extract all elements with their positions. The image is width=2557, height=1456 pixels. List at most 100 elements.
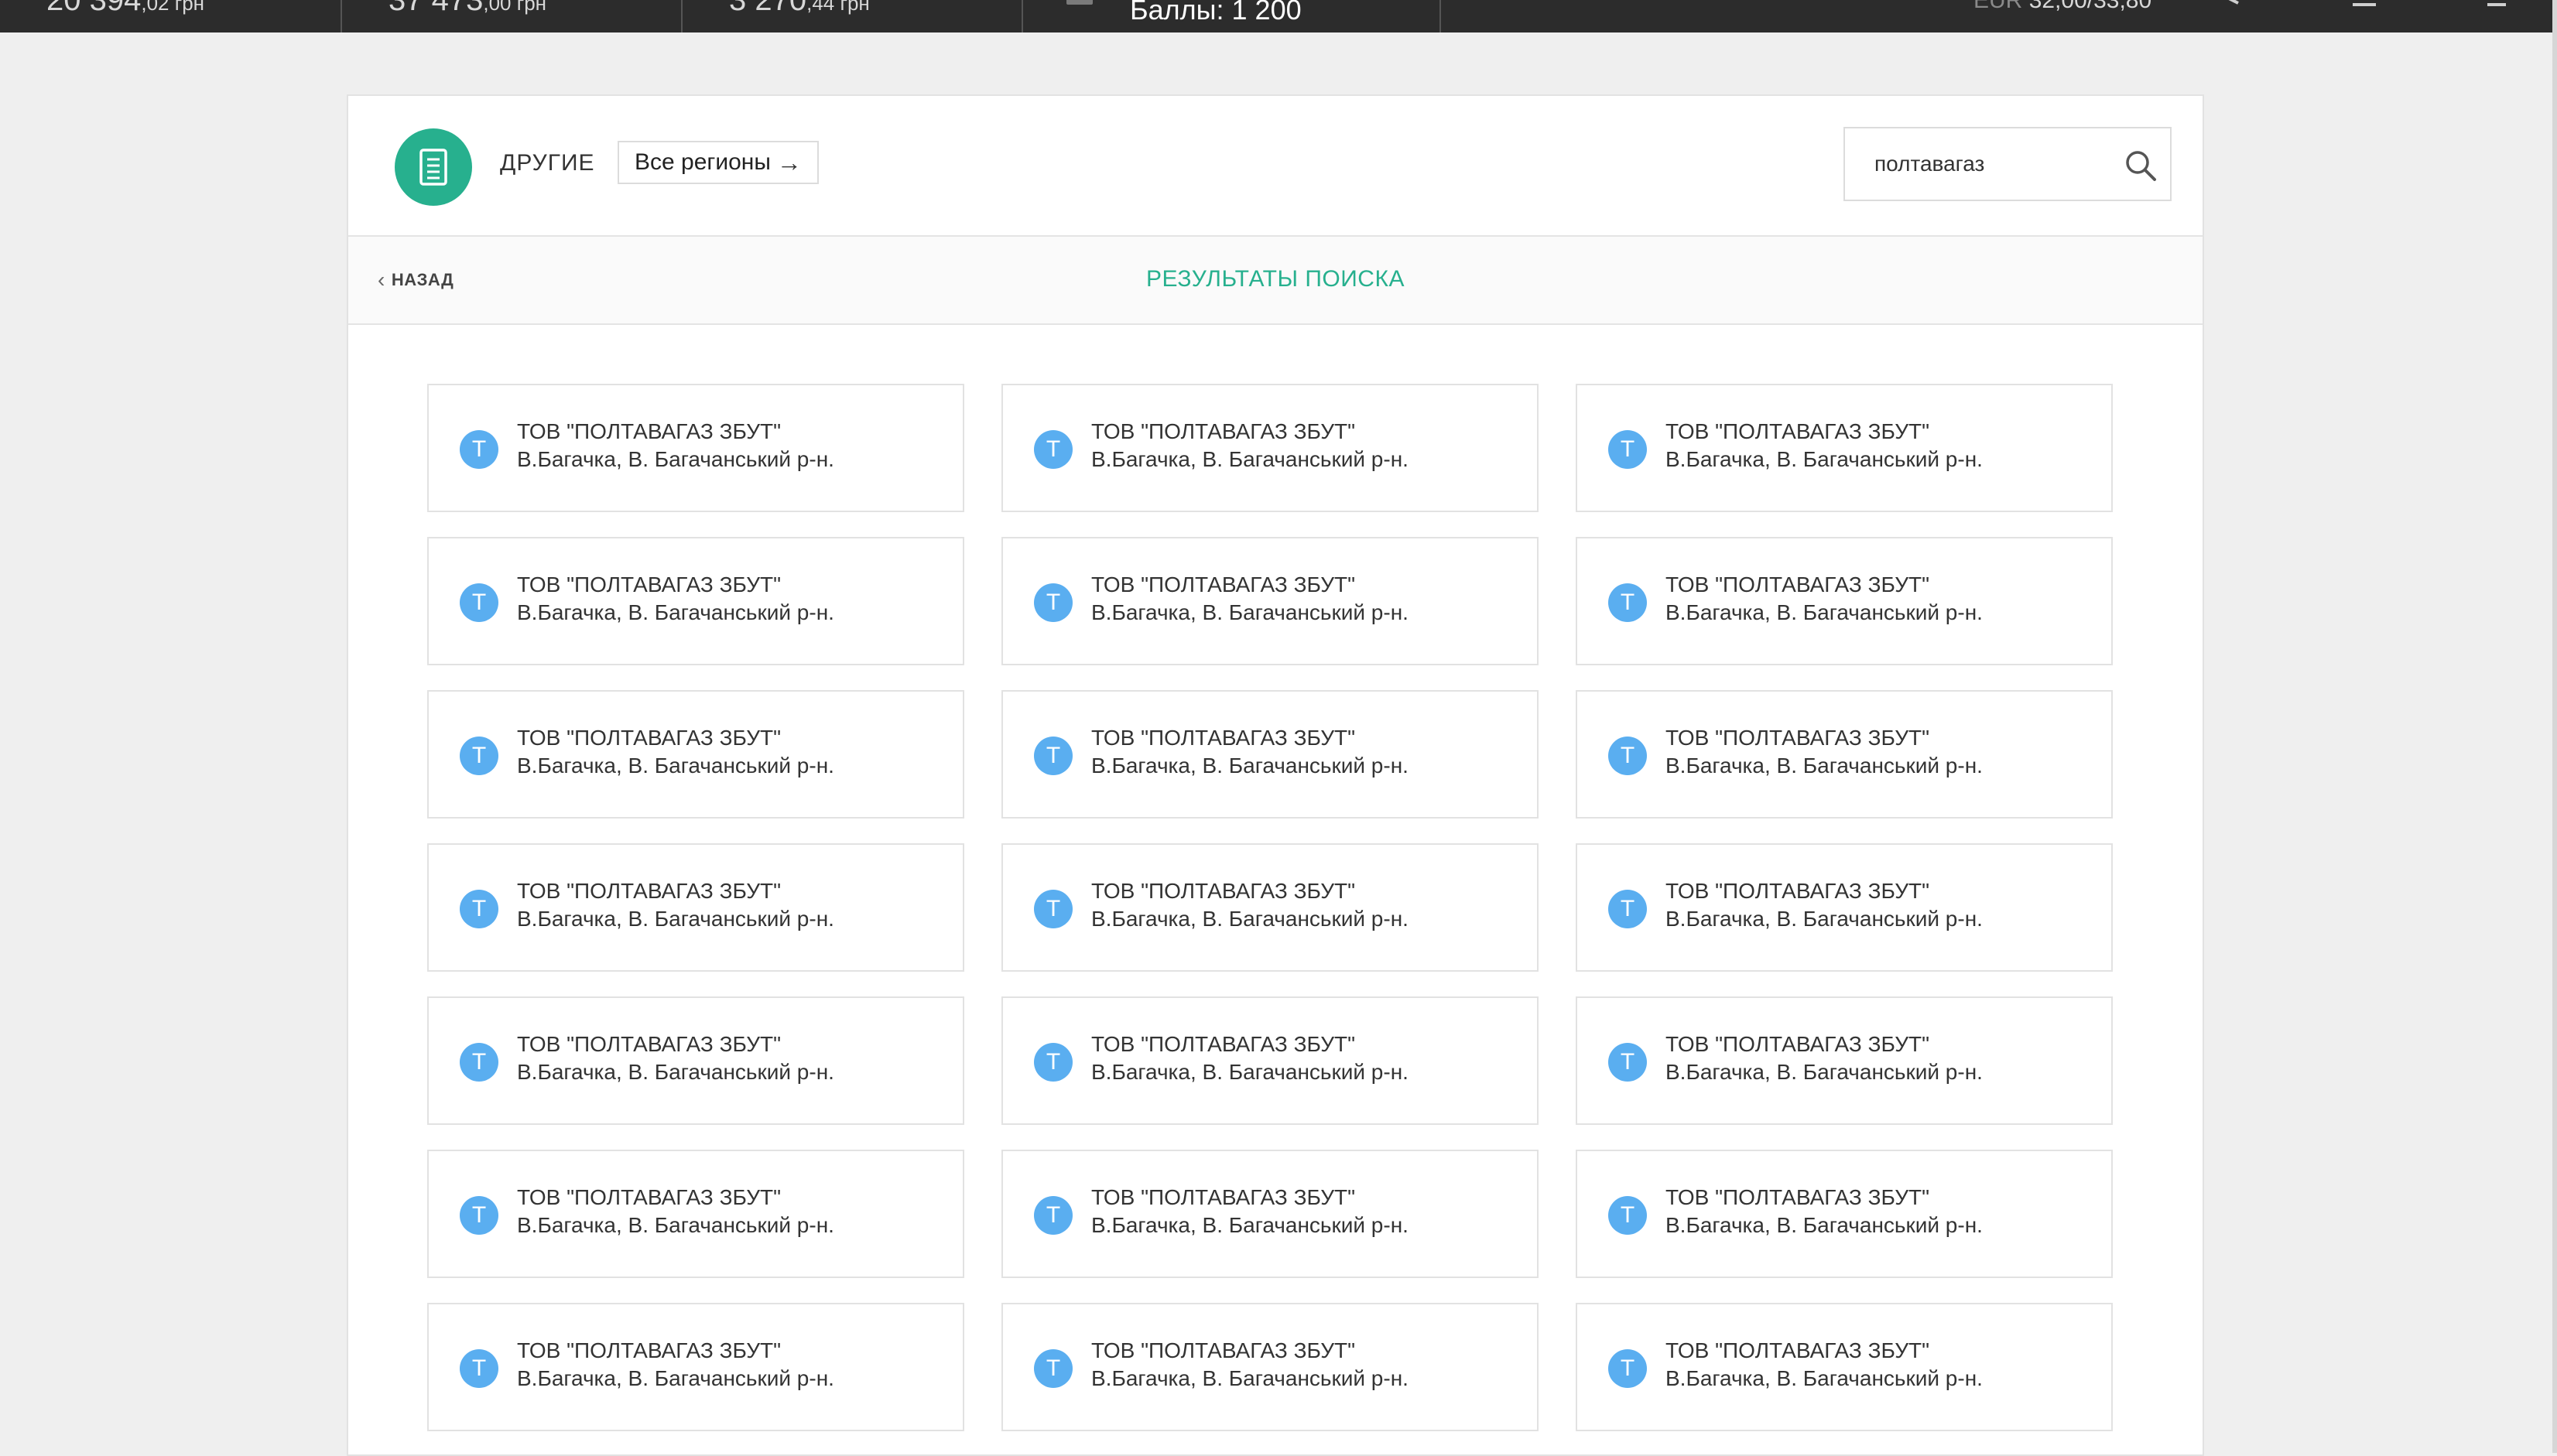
- result-card[interactable]: Т ТОВ "ПОЛТАВАГАЗ ЗБУТ" В.Багачка, В. Бага…: [1001, 384, 1539, 512]
- company-address: В.Багачка, В. Багачанський р-н.: [1665, 1060, 1983, 1084]
- balance-cell-3[interactable]: 3 270,44 грн: [683, 0, 1023, 32]
- result-card[interactable]: Т ТОВ "ПОЛТАВАГАЗ ЗБУТ" В.Багачка, В. Бага…: [427, 1303, 964, 1431]
- company-avatar: Т: [1608, 1043, 1647, 1082]
- all-regions-button[interactable]: Все регионы →: [618, 141, 819, 184]
- company-name: ТОВ "ПОЛТАВАГАЗ ЗБУТ": [517, 1032, 782, 1056]
- company-avatar: Т: [1034, 583, 1073, 622]
- company-avatar: Т: [460, 1043, 498, 1082]
- result-card[interactable]: Т ТОВ "ПОЛТАВАГАЗ ЗБУТ" В.Багачка, В. Бага…: [1001, 690, 1539, 819]
- company-address: В.Багачка, В. Багачанський р-н.: [517, 1213, 834, 1237]
- company-avatar: Т: [1034, 890, 1073, 928]
- result-card[interactable]: Т ТОВ "ПОЛТАВАГАЗ ЗБУТ" В.Багачка, В. Бага…: [1001, 537, 1539, 665]
- menu-icon[interactable]: [2487, 0, 2506, 6]
- company-name: ТОВ "ПОЛТАВАГАЗ ЗБУТ": [1091, 1185, 1356, 1209]
- company-address: В.Багачка, В. Багачанський р-н.: [1091, 907, 1409, 931]
- company-address: В.Багачка, В. Багачанський р-н.: [1665, 754, 1983, 778]
- results-grid: Т ТОВ "ПОЛТАВАГАЗ ЗБУТ" В.Багачка, В. Бага…: [427, 384, 2114, 1431]
- company-avatar: Т: [460, 430, 498, 469]
- search-icon[interactable]: [2124, 149, 2158, 183]
- company-name: ТОВ "ПОЛТАВАГАЗ ЗБУТ": [1665, 879, 1930, 903]
- company-name: ТОВ "ПОЛТАВАГАЗ ЗБУТ": [1091, 572, 1356, 596]
- company-name: ТОВ "ПОЛТАВАГАЗ ЗБУТ": [517, 572, 782, 596]
- company-address: В.Багачка, В. Багачанський р-н.: [1665, 1213, 1983, 1237]
- company-name: ТОВ "ПОЛТАВАГАЗ ЗБУТ": [1665, 419, 1930, 443]
- result-card[interactable]: Т ТОВ "ПОЛТАВАГАЗ ЗБУТ" В.Багачка, В. Бага…: [1001, 843, 1539, 972]
- result-card[interactable]: Т ТОВ "ПОЛТАВАГАЗ ЗБУТ" В.Багачка, В. Бага…: [1576, 996, 2113, 1125]
- result-card[interactable]: Т ТОВ "ПОЛТАВАГАЗ ЗБУТ" В.Багачка, В. Бага…: [427, 690, 964, 819]
- result-card[interactable]: Т ТОВ "ПОЛТАВАГАЗ ЗБУТ" В.Багачка, В. Бага…: [1576, 843, 2113, 972]
- balance-cell-2[interactable]: 37 473,00 грн: [342, 0, 683, 32]
- result-card[interactable]: Т ТОВ "ПОЛТАВАГАЗ ЗБУТ" В.Багачка, В. Бага…: [1576, 690, 2113, 819]
- balance-amount-2: 37 473,00 грн: [389, 0, 547, 17]
- company-address: В.Багачка, В. Багачанський р-н.: [517, 1060, 834, 1084]
- company-name: ТОВ "ПОЛТАВАГАЗ ЗБУТ": [1091, 419, 1356, 443]
- company-avatar: Т: [1034, 737, 1073, 775]
- result-card[interactable]: Т ТОВ "ПОЛТАВАГАЗ ЗБУТ" В.Багачка, В. Бага…: [1001, 1150, 1539, 1278]
- company-address: В.Багачка, В. Багачанський р-н.: [1091, 754, 1409, 778]
- company-name: ТОВ "ПОЛТАВАГАЗ ЗБУТ": [517, 726, 782, 750]
- company-address: В.Багачка, В. Багачанський р-н.: [1091, 1060, 1409, 1084]
- company-address: В.Багачка, В. Багачанський р-н.: [517, 907, 834, 931]
- company-name: ТОВ "ПОЛТАВАГАЗ ЗБУТ": [1665, 1338, 1930, 1362]
- exchange-rate: EUR 32,00/33,80: [1973, 0, 2152, 13]
- arrow-right-icon: →: [776, 148, 802, 176]
- company-name: ТОВ "ПОЛТАВАГАЗ ЗБУТ": [1091, 1032, 1356, 1056]
- document-icon: [395, 128, 472, 206]
- category-header: ДРУГИЕ Все регионы →: [348, 96, 2203, 237]
- company-address: В.Багачка, В. Багачанський р-н.: [1091, 447, 1409, 471]
- company-address: В.Багачка, В. Багачанський р-н.: [1665, 907, 1983, 931]
- company-name: ТОВ "ПОЛТАВАГАЗ ЗБУТ": [1665, 1185, 1930, 1209]
- company-address: В.Багачка, В. Багачанський р-н.: [1665, 600, 1983, 624]
- company-avatar: Т: [1608, 1349, 1647, 1388]
- result-card[interactable]: Т ТОВ "ПОЛТАВАГАЗ ЗБУТ" В.Багачка, В. Бага…: [427, 1150, 964, 1278]
- company-name: ТОВ "ПОЛТАВАГАЗ ЗБУТ": [1091, 879, 1356, 903]
- company-avatar: Т: [1608, 1196, 1647, 1235]
- company-avatar: Т: [1608, 737, 1647, 775]
- result-card[interactable]: Т ТОВ "ПОЛТАВАГАЗ ЗБУТ" В.Багачка, В. Бага…: [1001, 996, 1539, 1125]
- company-name: ТОВ "ПОЛТАВАГАЗ ЗБУТ": [517, 1185, 782, 1209]
- category-label: ДРУГИЕ: [500, 150, 595, 176]
- mail-icon[interactable]: [2353, 0, 2376, 6]
- company-address: В.Багачка, В. Багачанський р-н.: [1665, 447, 1983, 471]
- result-card[interactable]: Т ТОВ "ПОЛТАВАГАЗ ЗБУТ" В.Багачка, В. Бага…: [1001, 1303, 1539, 1431]
- result-card[interactable]: Т ТОВ "ПОЛТАВАГАЗ ЗБУТ" В.Багачка, В. Бага…: [1576, 537, 2113, 665]
- result-card[interactable]: Т ТОВ "ПОЛТАВАГАЗ ЗБУТ" В.Багачка, В. Бага…: [427, 996, 964, 1125]
- result-card[interactable]: Т ТОВ "ПОЛТАВАГАЗ ЗБУТ" В.Багачка, В. Бага…: [1576, 384, 2113, 512]
- company-avatar: Т: [1034, 1196, 1073, 1235]
- company-address: В.Багачка, В. Багачанський р-н.: [517, 600, 834, 624]
- company-name: ТОВ "ПОЛТАВАГАЗ ЗБУТ": [1665, 1032, 1930, 1056]
- points-icon: [1066, 0, 1093, 5]
- company-avatar: Т: [460, 1349, 498, 1388]
- all-regions-label: Все регионы: [635, 149, 771, 175]
- balance-cell-1[interactable]: 20 394,02 грн: [0, 0, 342, 32]
- top-bar: 20 394,02 грн 37 473,00 грн 3 270,44 грн…: [0, 0, 2557, 32]
- company-avatar: Т: [1608, 583, 1647, 622]
- result-card[interactable]: Т ТОВ "ПОЛТАВАГАЗ ЗБУТ" В.Багачка, В. Бага…: [1576, 1303, 2113, 1431]
- results-subheader: ‹ НАЗАД РЕЗУЛЬТАТЫ ПОИСКА: [348, 237, 2203, 325]
- result-card[interactable]: Т ТОВ "ПОЛТАВАГАЗ ЗБУТ" В.Багачка, В. Бага…: [1576, 1150, 2113, 1278]
- notification-icon[interactable]: [2221, 0, 2239, 5]
- result-card[interactable]: Т ТОВ "ПОЛТАВАГАЗ ЗБУТ" В.Багачка, В. Бага…: [427, 843, 964, 972]
- company-name: ТОВ "ПОЛТАВАГАЗ ЗБУТ": [1665, 572, 1930, 596]
- company-avatar: Т: [460, 737, 498, 775]
- company-name: ТОВ "ПОЛТАВАГАЗ ЗБУТ": [1091, 726, 1356, 750]
- company-avatar: Т: [460, 890, 498, 928]
- company-address: В.Багачка, В. Багачанський р-н.: [517, 754, 834, 778]
- balance-amount-3: 3 270,44 грн: [729, 0, 870, 17]
- company-avatar: Т: [1034, 1043, 1073, 1082]
- company-address: В.Багачка, В. Багачанський р-н.: [1665, 1366, 1983, 1390]
- company-address: В.Багачка, В. Багачанський р-н.: [1091, 1366, 1409, 1390]
- result-card[interactable]: Т ТОВ "ПОЛТАВАГАЗ ЗБУТ" В.Багачка, В. Бага…: [427, 537, 964, 665]
- balance-amount-1: 20 394,02 грн: [46, 0, 205, 17]
- company-avatar: Т: [460, 583, 498, 622]
- company-avatar: Т: [460, 1196, 498, 1235]
- company-name: ТОВ "ПОЛТАВАГАЗ ЗБУТ": [517, 1338, 782, 1362]
- company-avatar: Т: [1608, 430, 1647, 469]
- company-name: ТОВ "ПОЛТАВАГАЗ ЗБУТ": [517, 879, 782, 903]
- result-card[interactable]: Т ТОВ "ПОЛТАВАГАЗ ЗБУТ" В.Багачка, В. Бага…: [427, 384, 964, 512]
- search-input[interactable]: [1874, 145, 2107, 183]
- company-address: В.Багачка, В. Багачанський р-н.: [1091, 1213, 1409, 1237]
- search-box[interactable]: [1843, 127, 2172, 201]
- window-edge: [2552, 0, 2557, 1453]
- company-address: В.Багачка, В. Багачанський р-н.: [517, 1366, 834, 1390]
